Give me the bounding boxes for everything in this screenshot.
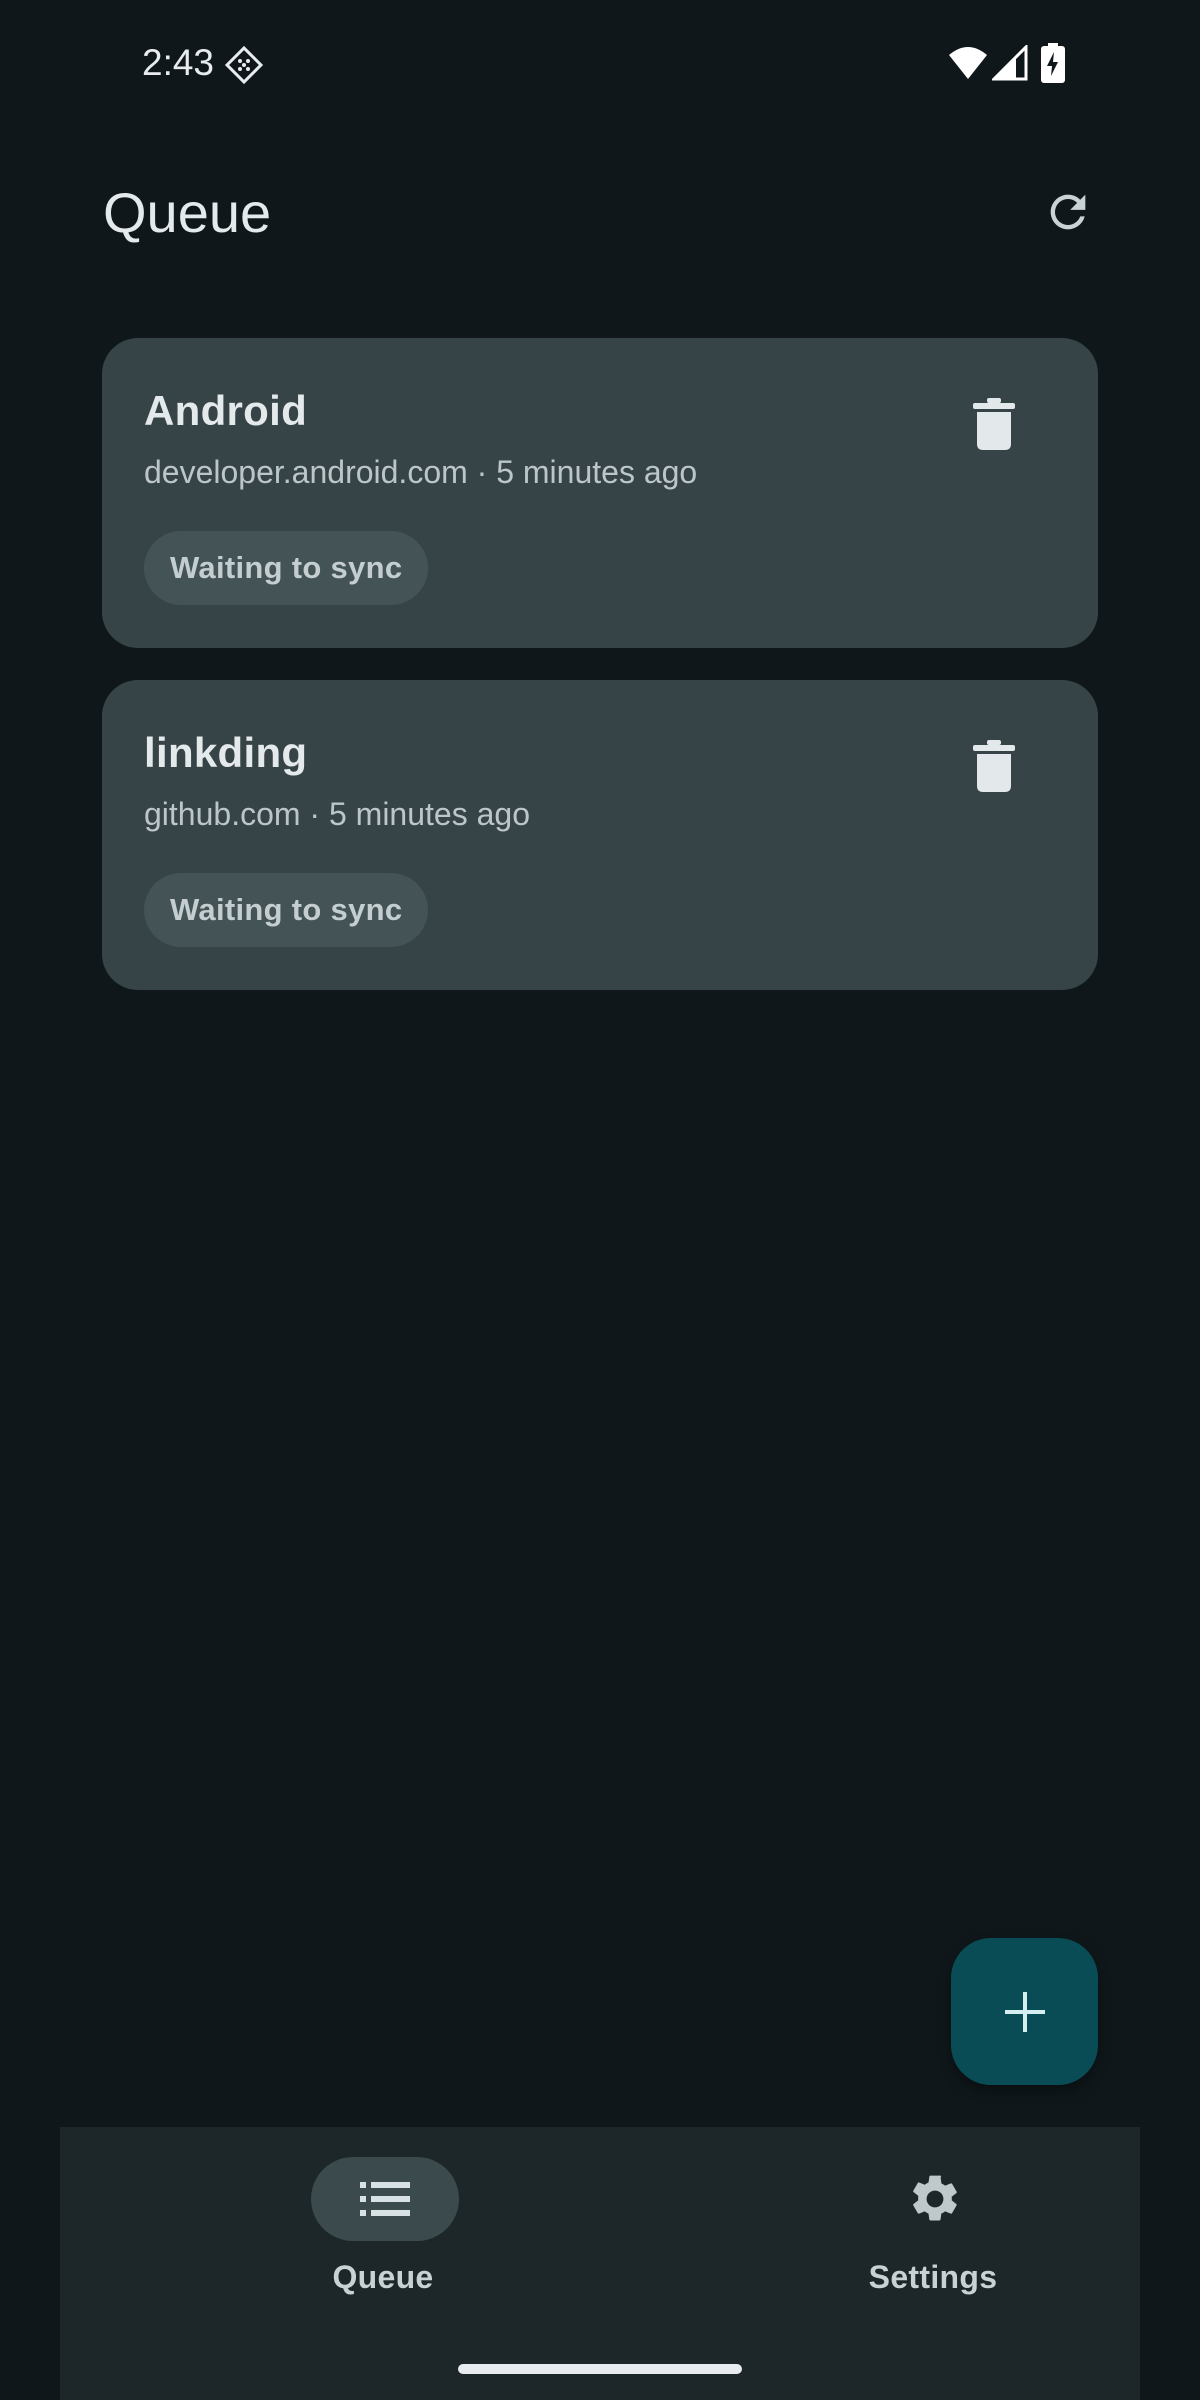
queue-item-card[interactable]: Android developer.android.com · 5 minute…: [102, 338, 1098, 648]
status-time: 2:43: [142, 42, 215, 83]
queue-item-title: Android: [144, 387, 308, 434]
refresh-button[interactable]: [1038, 182, 1098, 242]
gear-icon: [905, 2169, 965, 2229]
signal-icon: [992, 45, 1028, 81]
nav-item-settings[interactable]: Settings: [783, 2157, 1083, 2317]
sync-status-chip: Waiting to sync: [144, 531, 429, 605]
bottom-navigation: Queue Settings: [60, 2127, 1140, 2400]
home-indicator[interactable]: [458, 2364, 742, 2374]
wifi-icon: [949, 47, 987, 79]
sync-status-chip: Waiting to sync: [144, 873, 429, 947]
status-bar: 2:43: [0, 0, 1200, 128]
plus-icon: [1004, 1991, 1045, 2032]
list-icon: [355, 2169, 415, 2229]
nav-label-queue: Queue: [332, 2259, 434, 2295]
page-title: Queue: [103, 181, 272, 244]
delete-button[interactable]: [958, 730, 1030, 802]
queue-item-card[interactable]: linkding github.com · 5 minutes ago Wait…: [102, 680, 1098, 990]
nav-item-queue[interactable]: Queue: [233, 2157, 533, 2317]
battery-charging-icon: [1041, 43, 1065, 83]
nav-label-settings: Settings: [868, 2259, 998, 2295]
queue-item-subtitle: github.com · 5 minutes ago: [144, 796, 530, 832]
queue-item-subtitle: developer.android.com · 5 minutes ago: [144, 454, 698, 490]
queue-list: Android developer.android.com · 5 minute…: [102, 338, 1098, 1022]
add-item-fab[interactable]: [951, 1938, 1098, 2085]
trash-icon: [973, 398, 1015, 450]
app-notification-icon: [224, 45, 264, 85]
queue-screen: 2:43 Queue Android developer.android.com…: [0, 0, 1200, 2400]
trash-icon: [973, 740, 1015, 792]
queue-item-title: linkding: [144, 729, 308, 776]
delete-button[interactable]: [958, 388, 1030, 460]
refresh-icon: [1050, 194, 1086, 230]
